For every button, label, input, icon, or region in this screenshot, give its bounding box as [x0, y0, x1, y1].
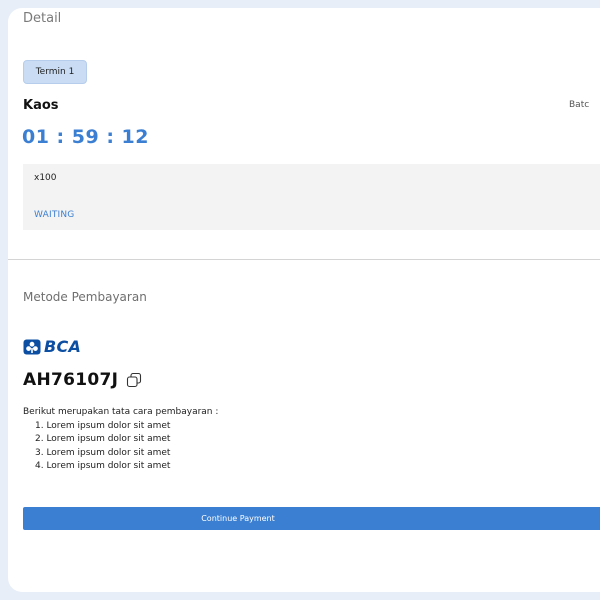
quantity-label: x100: [34, 173, 57, 183]
status-badge: WAITING: [34, 210, 75, 220]
instruction-step: 3. Lorem ipsum dolor sit amet: [35, 447, 171, 458]
virtual-account-row: AH76107J: [23, 370, 142, 390]
bank-logo: BCA: [23, 337, 81, 356]
tab-termin-1[interactable]: Termin 1: [23, 60, 87, 84]
detail-title: Detail: [23, 11, 62, 26]
payment-method-title: Metode Pembayaran: [23, 290, 147, 304]
virtual-account-number: AH76107J: [23, 370, 119, 390]
instruction-step: 4. Lorem ipsum dolor sit amet: [35, 461, 171, 471]
section-divider: [8, 259, 600, 260]
bank-name: BCA: [44, 337, 82, 356]
product-name: Kaos: [23, 98, 59, 113]
continue-payment-button[interactable]: Continue Payment: [23, 507, 600, 530]
batch-label: Batc: [569, 100, 590, 110]
copy-icon[interactable]: [126, 372, 142, 388]
instruction-step: 2. Lorem ipsum dolor sit amet: [35, 434, 171, 444]
payment-instructions: Berikut merupakan tata cara pembayaran :…: [23, 406, 218, 474]
order-summary-box: x100 WAITING: [23, 164, 600, 230]
instructions-title: Berikut merupakan tata cara pembayaran :: [23, 407, 219, 417]
countdown-timer: 01 : 59 : 12: [22, 126, 149, 148]
instruction-step: 1. Lorem ipsum dolor sit amet: [35, 420, 171, 431]
payment-detail-panel: Detail Termin 1 Kaos Batc 01 : 59 : 12 x…: [8, 8, 600, 592]
instruction-steps: 1. Lorem ipsum dolor sit amet 2. Lorem i…: [23, 420, 218, 474]
bca-logo-icon: [23, 339, 41, 354]
